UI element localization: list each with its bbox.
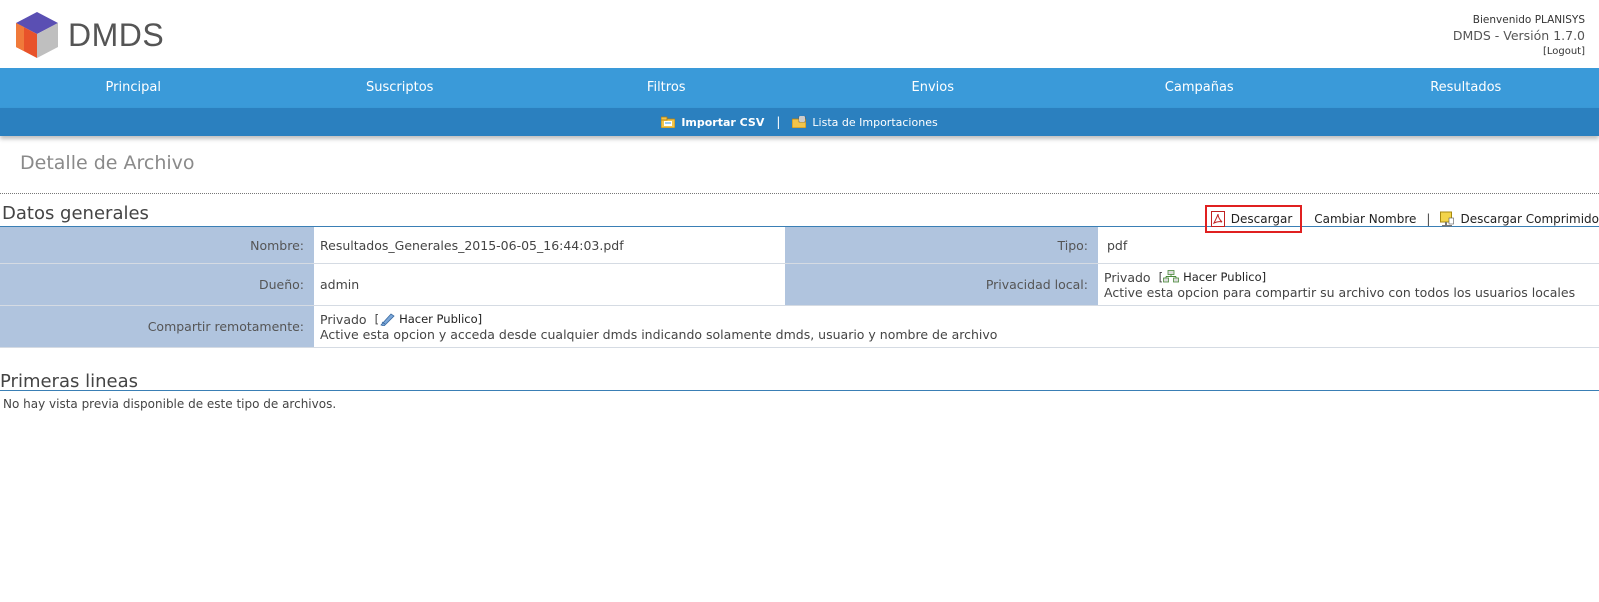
type-value-text: pdf [1107, 237, 1128, 253]
header: DMDS Bienvenido PLANISYS DMDS - Versión … [0, 0, 1599, 68]
owner-value-text: admin [320, 277, 360, 292]
name-value: Resultados_Generales_2015-06-05_16:44:03… [314, 227, 785, 263]
name-value-text: Resultados_Generales_2015-06-05_16:44:03… [320, 237, 624, 253]
remote-make-public-link[interactable]: Hacer Publico] [379, 312, 482, 327]
import-folder-icon [661, 116, 676, 128]
owner-label: Dueño: [0, 264, 314, 305]
local-privacy-label: Privacidad local: [785, 264, 1098, 305]
cube-logo-icon [16, 12, 58, 58]
network-share-icon [1163, 270, 1179, 283]
main-nav: Principal Suscriptos Filtros Envios Camp… [0, 68, 1599, 108]
local-privacy-hint: Active esta opcion para compartir su arc… [1104, 284, 1576, 300]
download-label: Descargar [1230, 212, 1293, 226]
table-row-owner: Dueño: admin Privacidad local: Privado [… [0, 264, 1599, 306]
subnav-separator: | [776, 115, 781, 129]
nav-item-filtros[interactable]: Filtros [533, 68, 800, 108]
remote-share-hint: Active esta opcion y acceda desde cualqu… [320, 326, 998, 342]
remote-share-icon [380, 313, 395, 326]
pdf-icon [1210, 211, 1225, 227]
remote-share-status: Privado [320, 311, 367, 327]
local-privacy-status: Privado [1104, 269, 1151, 285]
owner-value: admin [314, 264, 785, 305]
version-text: DMDS - Versión 1.7.0 [1452, 28, 1585, 43]
type-value: pdf [1098, 227, 1599, 263]
remote-make-public-label: Hacer Publico] [399, 311, 483, 326]
welcome-text: Bienvenido PLANISYS [1472, 14, 1585, 26]
download-zip-button[interactable]: Descargar Comprimido [1440, 211, 1599, 227]
nav-item-campanas[interactable]: Campañas [1066, 68, 1333, 108]
table-row-name: Nombre: Resultados_Generales_2015-06-05_… [0, 227, 1599, 264]
nav-item-envios[interactable]: Envios [800, 68, 1067, 108]
remote-share-value: Privado [ Hacer Publico] Active esta opc… [314, 306, 1599, 347]
nav-item-suscriptos[interactable]: Suscriptos [267, 68, 534, 108]
title-divider [0, 193, 1599, 194]
logout-link[interactable]: [Logout] [1453, 44, 1585, 60]
section-title-general: Datos generales [2, 203, 149, 224]
nav-item-resultados[interactable]: Resultados [1333, 68, 1599, 108]
compressed-file-icon [1440, 211, 1455, 227]
local-privacy-value: Privado [ Hacer Publico] Active esta opc… [1098, 264, 1599, 305]
download-zip-label: Descargar Comprimido [1460, 212, 1599, 226]
remote-share-label: Compartir remotamente: [0, 306, 314, 347]
app-name: DMDS [68, 16, 165, 53]
table-row-remote: Compartir remotamente: Privado [ Hacer P… [0, 306, 1599, 348]
import-csv-link[interactable]: Importar CSV [661, 116, 764, 129]
logo[interactable]: DMDS [14, 10, 164, 60]
type-label: Tipo: [785, 227, 1098, 263]
local-make-public-link[interactable]: Hacer Publico] [1163, 270, 1266, 285]
local-make-public-label: Hacer Publico] [1183, 269, 1267, 284]
imports-list-link[interactable]: Lista de Importaciones [792, 115, 938, 129]
rename-button[interactable]: Cambiar Nombre [1314, 212, 1416, 226]
import-csv-label: Importar CSV [681, 115, 765, 129]
user-box: Bienvenido PLANISYS DMDS - Versión 1.7.0… [1453, 12, 1585, 60]
name-label: Nombre: [0, 227, 314, 263]
nav-item-principal[interactable]: Principal [0, 68, 267, 108]
page-title: Detalle de Archivo [20, 152, 195, 174]
preview-message: No hay vista previa disponible de este t… [3, 397, 337, 411]
sub-nav: Importar CSV | Lista de Importaciones [0, 108, 1599, 136]
actions-separator: | [1426, 212, 1431, 226]
section-title-preview: Primeras lineas [0, 371, 138, 392]
imports-list-label: Lista de Importaciones [812, 115, 938, 129]
section-divider-preview [0, 390, 1599, 391]
list-folder-icon [792, 116, 807, 128]
